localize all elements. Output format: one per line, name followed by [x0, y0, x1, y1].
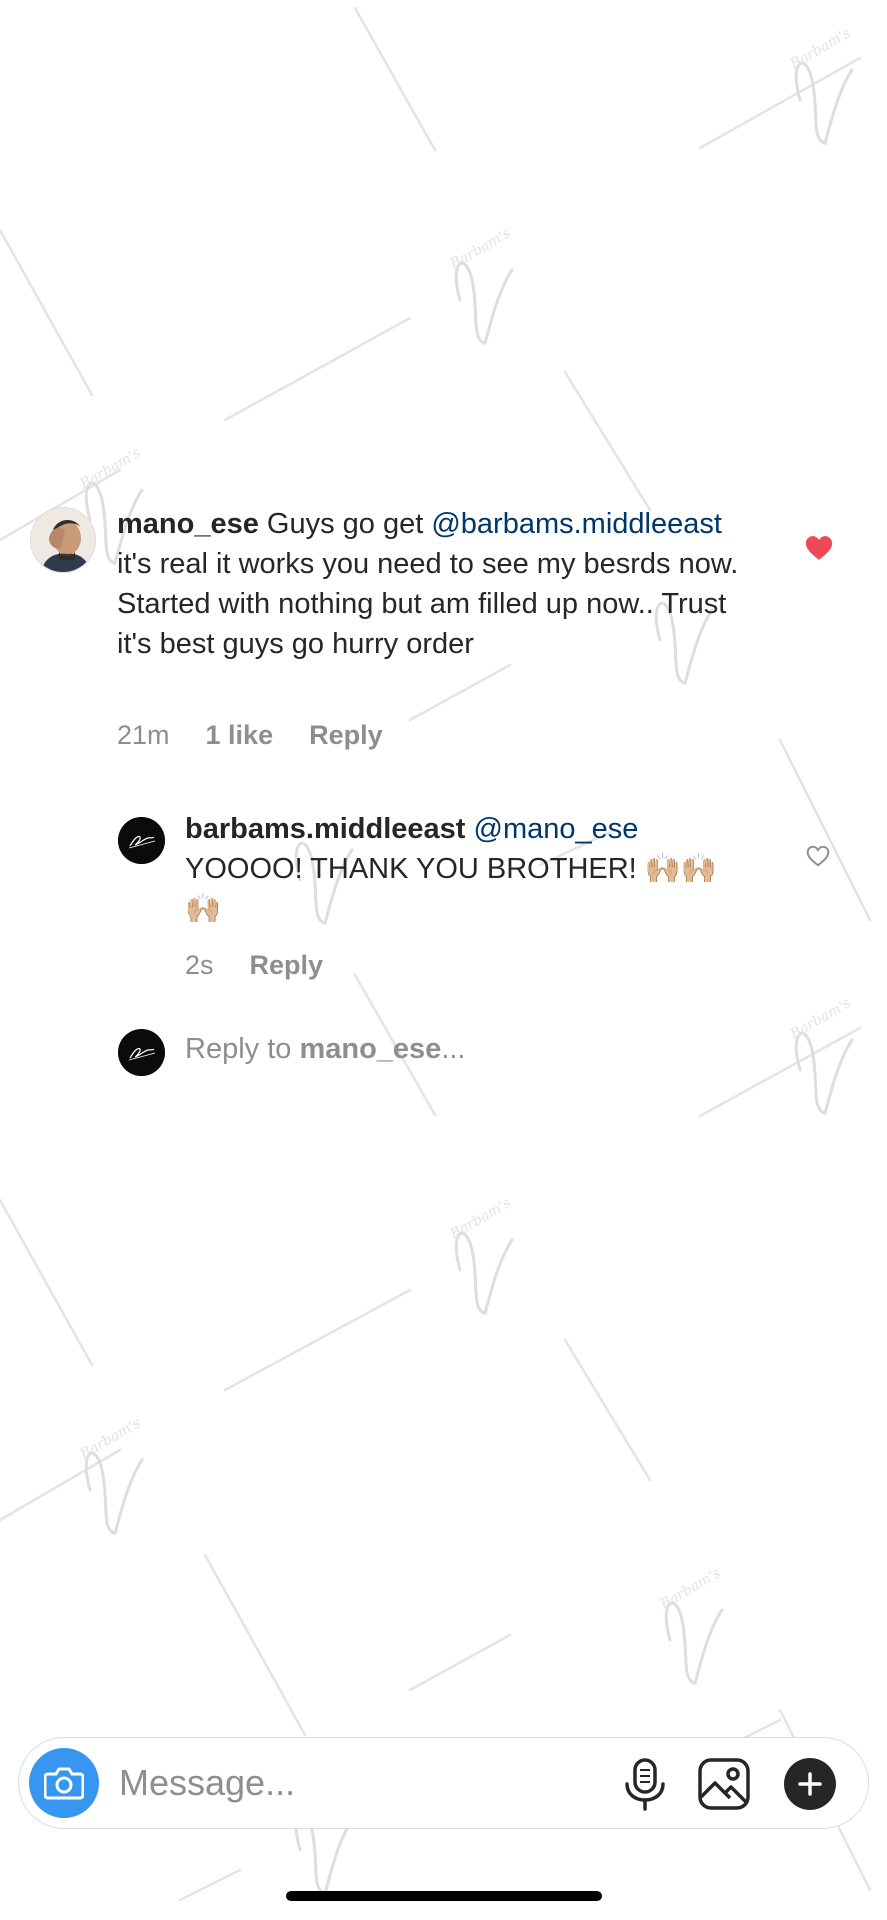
gallery-icon[interactable] [697, 1757, 751, 1811]
comment-text-part: Guys go get [258, 508, 432, 540]
watermark-text: Barbam's [447, 1195, 514, 1243]
outline-heart-icon[interactable] [804, 843, 832, 869]
home-indicator[interactable] [286, 1891, 602, 1901]
camera-button[interactable] [29, 1748, 99, 1818]
brand-logo-icon [118, 817, 165, 864]
reply-to-prompt[interactable]: Reply to mano_ese... [185, 1033, 465, 1066]
plus-icon [798, 1772, 822, 1796]
brand-avatar [118, 1029, 165, 1076]
comment-text-part: it's real it works you need to see my be… [117, 548, 739, 660]
comment-meta: 21m 1 like Reply [117, 720, 383, 751]
reply-to-prefix: Reply to [185, 1033, 300, 1065]
avatar[interactable] [30, 507, 96, 573]
watermark-text: Barbam's [657, 1565, 724, 1613]
message-composer [18, 1737, 869, 1829]
comment-likes-count[interactable]: 1 like [206, 720, 274, 751]
reply-to-row[interactable]: Reply to mano_ese... [118, 1029, 718, 1077]
watermark-overlay: Barbam's Barbam's Barbam's Barbam's Barb… [0, 6, 872, 1902]
reply-to-username: mano_ese [299, 1033, 442, 1065]
microphone-icon[interactable] [620, 1757, 670, 1811]
watermark-text: Barbam's [787, 995, 854, 1043]
message-input[interactable] [119, 1760, 509, 1806]
reply-message: YOOOO! THANK YOU BROTHER! [185, 853, 645, 885]
watermark-text: Barbam's [77, 1415, 144, 1463]
watermark-text: Barbam's [787, 25, 854, 73]
reply-mention[interactable]: @mano_ese [474, 813, 639, 845]
screen: Barbam's Barbam's Barbam's Barbam's Barb… [0, 0, 887, 1920]
reply-meta: 2s Reply [185, 950, 323, 981]
comment-time: 21m [117, 720, 170, 750]
reply-text: barbams.middleeast @mano_ese YOOOO! THAN… [185, 809, 745, 929]
brand-logo-icon [118, 1029, 165, 1076]
plus-button[interactable] [784, 1758, 836, 1810]
filled-heart-icon[interactable] [804, 533, 834, 563]
profile-photo-icon [31, 508, 95, 572]
comment-mention[interactable]: @barbams.middleeast [431, 508, 722, 540]
watermark-text: Barbam's [447, 225, 514, 273]
reply-to-suffix: ... [441, 1033, 466, 1065]
reply-time: 2s [185, 950, 214, 980]
comment-text: mano_ese Guys go get @barbams.middleeast… [117, 504, 757, 664]
camera-icon [44, 1767, 84, 1800]
watermark-text: Barbam's [77, 445, 144, 493]
comment-reply-button[interactable]: Reply [309, 720, 383, 751]
reply-reply-button[interactable]: Reply [250, 950, 324, 981]
brand-avatar[interactable] [118, 817, 165, 864]
comment-username[interactable]: mano_ese [117, 508, 259, 540]
reply-username[interactable]: barbams.middleeast [185, 813, 465, 845]
